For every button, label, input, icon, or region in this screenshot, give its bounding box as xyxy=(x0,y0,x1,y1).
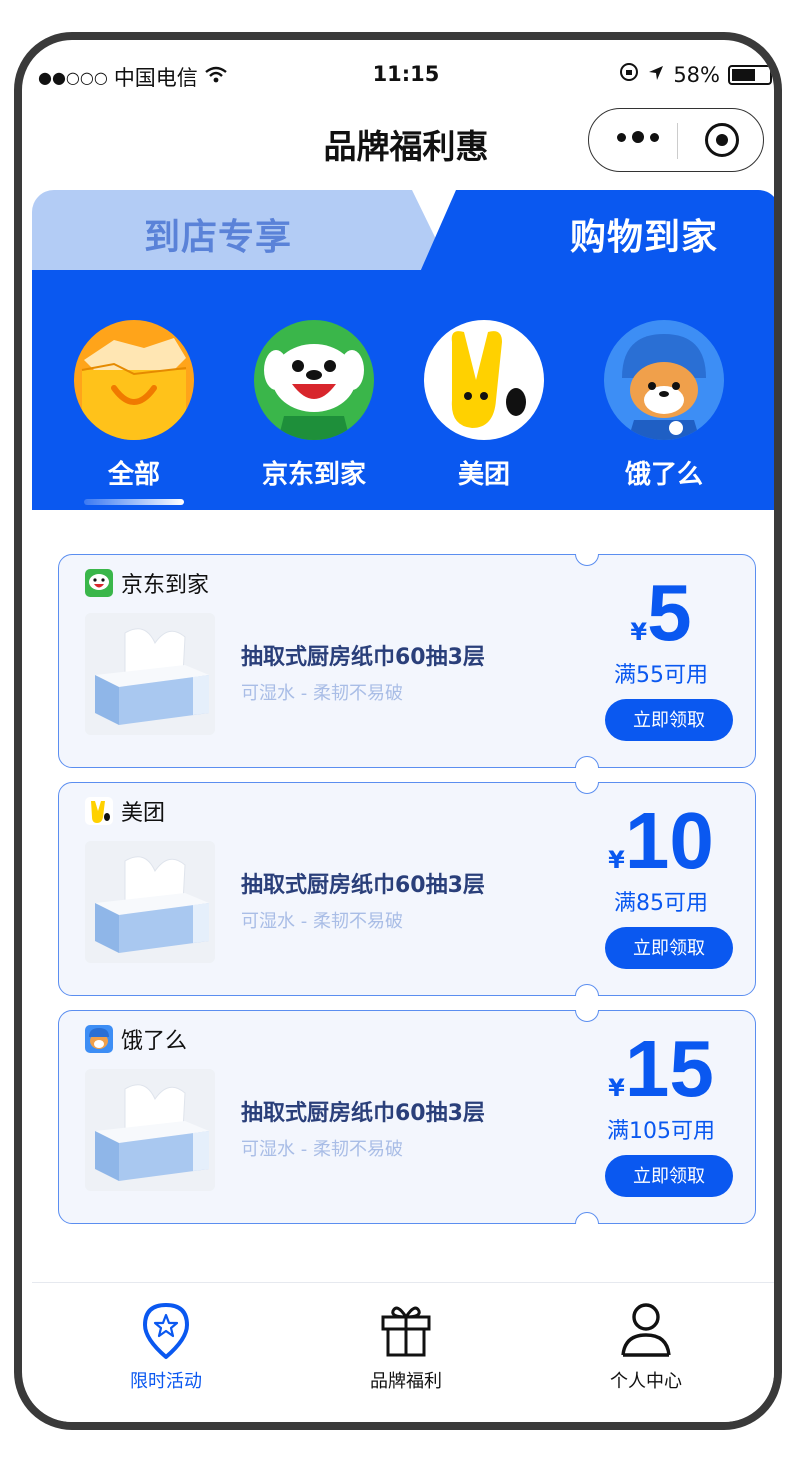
all-box-icon xyxy=(74,320,194,440)
more-dots-icon[interactable] xyxy=(617,131,659,143)
tab-instore-label[interactable]: 到店专享 xyxy=(144,208,292,260)
coupon-brand-name: 美团 xyxy=(121,801,166,826)
user-icon xyxy=(566,1299,726,1361)
coupon-card: 京东到家 抽取式厨房纸巾60抽3层 可湿水 - 柔韧不易破 ¥5 满55可用 立… xyxy=(58,554,756,768)
platform-item-all[interactable]: 全部 xyxy=(74,320,194,505)
platform-item-eleme[interactable]: 饿了么 xyxy=(604,320,724,491)
tissue-box-image xyxy=(85,1069,215,1191)
tab-personal-center[interactable]: 个人中心 xyxy=(566,1299,726,1393)
active-underline xyxy=(84,499,184,505)
screen: ●●○○○ 中国电信 11:15 58% 品牌福利惠 到店专享 购物到家 全部 … xyxy=(32,40,774,1422)
platform-label-all: 全部 xyxy=(107,460,160,490)
orientation-lock-icon xyxy=(619,62,639,87)
coupon-notch xyxy=(575,984,599,996)
mini-program-capsule xyxy=(588,108,764,172)
coupon-brand: 京东到家 xyxy=(85,567,209,599)
platform-label-jd: 京东到家 xyxy=(261,460,366,490)
currency-symbol: ¥ xyxy=(608,1074,625,1102)
battery-percent: 58% xyxy=(673,62,720,87)
phone-frame: ●●○○○ 中国电信 11:15 58% 品牌福利惠 到店专享 购物到家 全部 … xyxy=(14,32,782,1430)
tab-label: 个人中心 xyxy=(610,1371,682,1392)
coupon-condition: 满85可用 xyxy=(614,891,708,916)
coupon-notch xyxy=(575,1212,599,1224)
coupon-condition: 满55可用 xyxy=(614,663,708,688)
location-arrow-icon xyxy=(647,63,665,87)
coupon-amount: 5 xyxy=(647,568,692,657)
coupon-brand-name: 饿了么 xyxy=(121,1029,188,1054)
coupon-notch xyxy=(575,1010,599,1022)
location-star-icon xyxy=(86,1299,246,1361)
coupon-brand: 美团 xyxy=(85,795,165,827)
coupon-price: ¥5 xyxy=(591,573,731,653)
capsule-divider xyxy=(677,123,678,159)
eleme-shiba-icon xyxy=(604,320,724,440)
tab-delivery-label[interactable]: 购物到家 xyxy=(570,208,718,260)
tissue-box-image xyxy=(85,613,215,735)
bottom-tab-bar: 限时活动 品牌福利 个人中心 xyxy=(32,1282,774,1422)
status-bar: ●●○○○ 中国电信 11:15 58% xyxy=(32,56,774,96)
platform-item-jd[interactable]: 京东到家 xyxy=(254,320,374,491)
coupon-notch xyxy=(575,782,599,794)
tab-brand-welfare[interactable]: 品牌福利 xyxy=(326,1299,486,1393)
currency-symbol: ¥ xyxy=(608,846,625,874)
coupon-subtitle: 可湿水 - 柔韧不易破 xyxy=(241,1139,403,1160)
coupon-title: 抽取式厨房纸巾60抽3层 xyxy=(241,645,485,670)
platform-label-meituan: 美团 xyxy=(457,460,510,490)
coupon-notch xyxy=(575,756,599,768)
tab-label: 限时活动 xyxy=(130,1371,202,1392)
tab-limited-activity[interactable]: 限时活动 xyxy=(86,1299,246,1393)
meituan-kangaroo-icon xyxy=(424,320,544,440)
currency-symbol: ¥ xyxy=(630,618,648,646)
coupon-price: ¥15 xyxy=(591,1029,731,1109)
coupon-condition: 满105可用 xyxy=(607,1119,715,1144)
eleme-logo-icon xyxy=(85,1025,113,1053)
coupon-title: 抽取式厨房纸巾60抽3层 xyxy=(241,873,485,898)
gift-icon xyxy=(326,1299,486,1361)
coupon-title: 抽取式厨房纸巾60抽3层 xyxy=(241,1101,485,1126)
coupon-amount: 10 xyxy=(624,796,714,885)
platform-label-eleme: 饿了么 xyxy=(624,460,703,490)
coupon-subtitle: 可湿水 - 柔韧不易破 xyxy=(241,911,403,932)
coupon-card: 美团 抽取式厨房纸巾60抽3层 可湿水 - 柔韧不易破 ¥10 满85可用 立即… xyxy=(58,782,756,996)
coupon-amount: 15 xyxy=(624,1024,714,1113)
meituan-logo-icon xyxy=(85,797,113,825)
jd-logo-icon xyxy=(85,569,113,597)
tab-label: 品牌福利 xyxy=(370,1371,442,1392)
coupon-brand-name: 京东到家 xyxy=(121,573,210,598)
claim-button[interactable]: 立即领取 xyxy=(605,927,733,969)
jd-dog-icon xyxy=(254,320,374,440)
coupon-brand: 饿了么 xyxy=(85,1023,187,1055)
coupon-subtitle: 可湿水 - 柔韧不易破 xyxy=(241,683,403,704)
claim-button[interactable]: 立即领取 xyxy=(605,1155,733,1197)
nav-bar: 品牌福利惠 xyxy=(32,102,774,188)
platform-selector: 全部 京东到家 美团 饿了么 xyxy=(32,270,774,510)
claim-button[interactable]: 立即领取 xyxy=(605,699,733,741)
tissue-box-image xyxy=(85,841,215,963)
platform-item-meituan[interactable]: 美团 xyxy=(424,320,544,491)
target-icon[interactable] xyxy=(705,123,739,157)
coupon-card: 饿了么 抽取式厨房纸巾60抽3层 可湿水 - 柔韧不易破 ¥15 满105可用 … xyxy=(58,1010,756,1224)
coupon-price: ¥10 xyxy=(591,801,731,881)
top-tabs: 到店专享 购物到家 xyxy=(32,190,774,272)
coupon-notch xyxy=(575,554,599,566)
battery-icon xyxy=(728,64,774,85)
